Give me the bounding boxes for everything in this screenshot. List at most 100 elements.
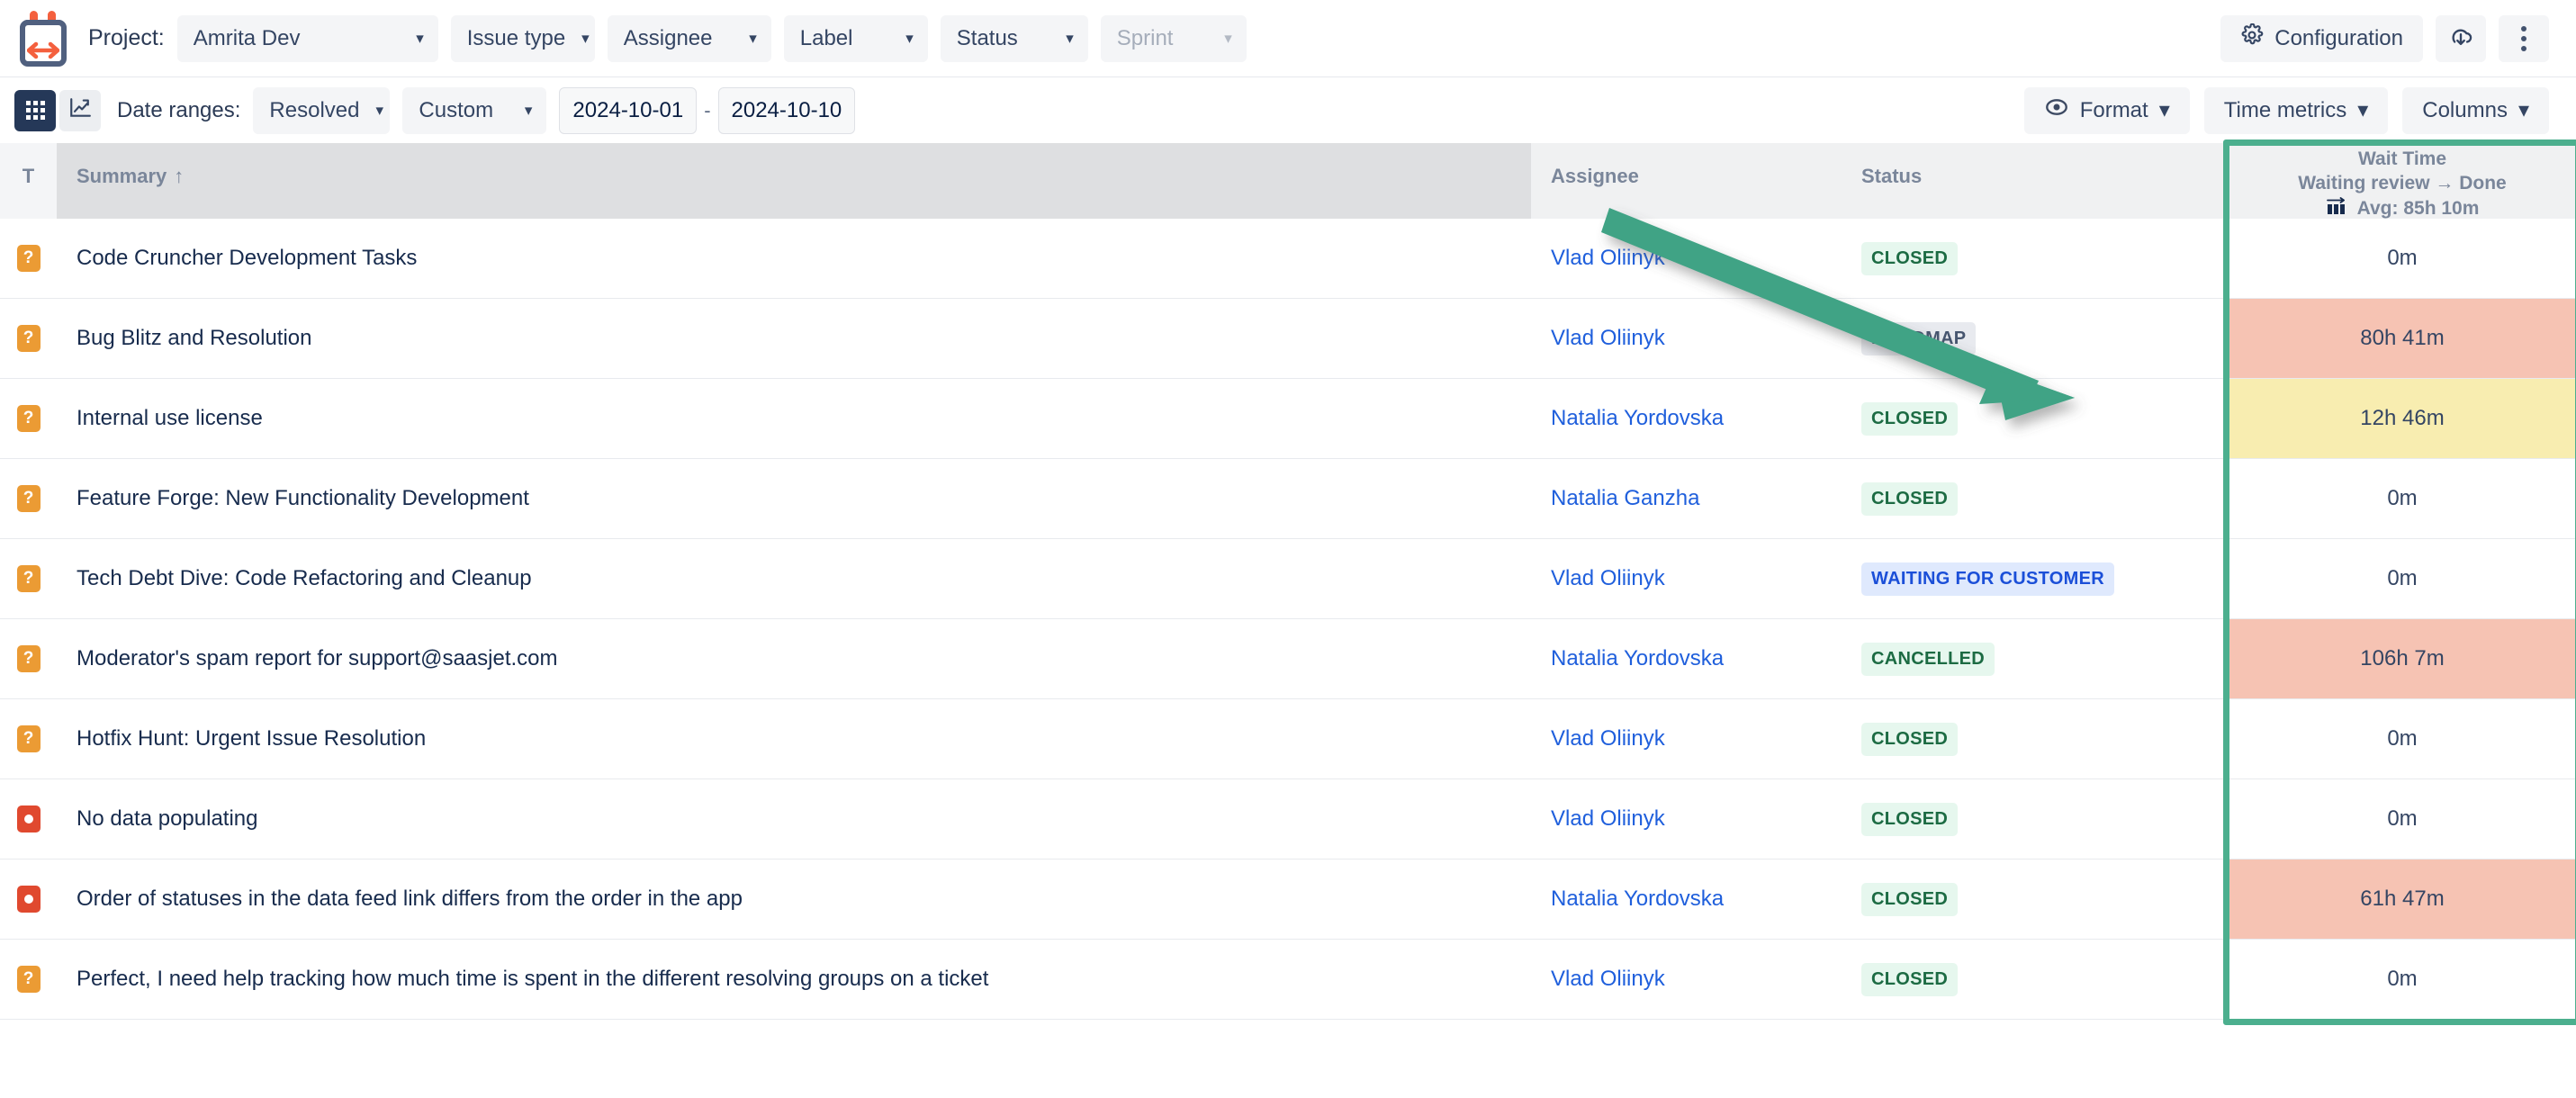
label-filter[interactable]: Label ▾ (784, 15, 928, 62)
status-badge[interactable]: ROADMAP (1861, 322, 1976, 356)
wait-time-value[interactable]: 0m (2229, 219, 2576, 298)
status-badge[interactable]: CLOSED (1861, 723, 1958, 756)
task-type-icon[interactable]: ? (17, 966, 41, 993)
issue-summary-text[interactable]: Hotfix Hunt: Urgent Issue Resolution (57, 699, 1531, 778)
wait-time-value[interactable]: 0m (2229, 779, 2576, 859)
wait-time-value[interactable]: 0m (2229, 699, 2576, 778)
wait-time-transition: Waiting review → Done (2298, 173, 2506, 194)
assignee-link[interactable]: Vlad Oliinyk (1551, 726, 1665, 752)
status-badge[interactable]: CLOSED (1861, 482, 1958, 516)
cell-status: CLOSED (1842, 379, 2229, 459)
issue-summary-text[interactable]: Code Cruncher Development Tasks (57, 219, 1531, 298)
table-row[interactable]: ? Internal use license Natalia Yordovska CL… (0, 379, 2576, 459)
date-from-input[interactable]: 2024-10-01 (559, 87, 697, 134)
task-type-icon[interactable]: ? (17, 405, 41, 432)
cell-summary: Code Cruncher Development Tasks (57, 219, 1531, 299)
issue-summary-text[interactable]: Moderator's spam report for support@saas… (57, 619, 1531, 698)
time-metrics-button[interactable]: Time metrics ▾ (2204, 87, 2389, 134)
issue-summary-text[interactable]: Tech Debt Dive: Code Refactoring and Cle… (57, 539, 1531, 618)
assignee-link[interactable]: Vlad Oliinyk (1551, 806, 1665, 832)
columns-button[interactable]: Columns ▾ (2402, 87, 2549, 134)
bug-icon-dot (24, 895, 33, 904)
table-row[interactable]: ? Code Cruncher Development Tasks Vlad Oli… (0, 219, 2576, 299)
export-button[interactable] (2436, 15, 2486, 62)
date-range-preset-select[interactable]: Custom ▾ (402, 87, 546, 134)
wait-time-value[interactable]: 106h 7m (2229, 619, 2576, 698)
assignee-link[interactable]: Natalia Yordovska (1551, 646, 1724, 671)
more-options-button[interactable] (2499, 15, 2549, 62)
date-range-preset-value: Custom (419, 98, 493, 123)
assignee-link[interactable]: Vlad Oliinyk (1551, 967, 1665, 992)
issue-summary-text[interactable]: Bug Blitz and Resolution (57, 299, 1531, 378)
format-button-label: Format (2080, 98, 2148, 123)
date-range-type-select[interactable]: Resolved ▾ (253, 87, 390, 134)
cell-wait-time: 0m (2229, 459, 2576, 539)
assignee-link[interactable]: Vlad Oliinyk (1551, 566, 1665, 591)
status-badge[interactable]: CLOSED (1861, 242, 1958, 275)
format-button[interactable]: Format ▾ (2024, 87, 2190, 134)
wait-time-value[interactable]: 80h 41m (2229, 299, 2576, 378)
status-badge[interactable]: CLOSED (1861, 883, 1958, 916)
assignee-link[interactable]: Natalia Yordovska (1551, 886, 1724, 912)
issue-type-filter[interactable]: Issue type ▾ (451, 15, 595, 62)
table-row[interactable]: ? Bug Blitz and Resolution Vlad Oliinyk ROA… (0, 299, 2576, 379)
assignee-link[interactable]: Vlad Oliinyk (1551, 246, 1665, 271)
grid-view-button[interactable] (14, 90, 56, 131)
status-badge[interactable]: WAITING FOR CUSTOMER (1861, 562, 2114, 596)
assignee-filter[interactable]: Assignee ▾ (608, 15, 771, 62)
status-badge[interactable]: CANCELLED (1861, 643, 1995, 676)
issue-summary-text[interactable]: No data populating (57, 779, 1531, 859)
chart-view-icon (68, 97, 92, 123)
wait-time-value[interactable]: 0m (2229, 539, 2576, 618)
issue-summary-text[interactable]: Internal use license (57, 379, 1531, 458)
status-badge[interactable]: CLOSED (1861, 402, 1958, 436)
wait-time-value[interactable]: 0m (2229, 459, 2576, 538)
task-type-icon[interactable]: ? (17, 645, 41, 672)
cell-assignee: Vlad Oliinyk (1531, 940, 1842, 1020)
issue-summary-text[interactable]: Perfect, I need help tracking how much t… (57, 940, 1531, 1019)
table-row[interactable]: ? Hotfix Hunt: Urgent Issue Resolution Vla… (0, 699, 2576, 779)
column-header-type[interactable]: T (0, 143, 57, 219)
configuration-button[interactable]: Configuration (2220, 15, 2423, 62)
wait-time-value[interactable]: 12h 46m (2229, 379, 2576, 458)
cell-assignee: Natalia Yordovska (1531, 379, 1842, 459)
bug-type-icon[interactable] (17, 886, 41, 913)
column-header-summary[interactable]: Summary ↑ (57, 143, 1531, 219)
cell-status: CLOSED (1842, 779, 2229, 860)
status-badge[interactable]: CLOSED (1861, 963, 1958, 996)
task-type-icon[interactable]: ? (17, 565, 41, 592)
column-header-wait-time[interactable]: Wait Time Waiting review → Done (2229, 143, 2576, 219)
cell-type: ? (0, 379, 57, 459)
table-row[interactable]: Order of statuses in the data feed link … (0, 860, 2576, 940)
issue-summary-text[interactable]: Order of statuses in the data feed link … (57, 860, 1531, 939)
chart-view-button[interactable] (59, 90, 101, 131)
column-header-assignee[interactable]: Assignee (1531, 143, 1842, 219)
table-row[interactable]: No data populating Vlad Oliinyk CLOSED 0m (0, 779, 2576, 860)
wait-time-average: Avg: 85h 10m (2326, 197, 2480, 220)
assignee-link[interactable]: Vlad Oliinyk (1551, 326, 1665, 351)
issues-table: T Summary ↑ Assignee (0, 143, 2576, 1020)
table-row[interactable]: ? Tech Debt Dive: Code Refactoring and Cl… (0, 539, 2576, 619)
date-to-input[interactable]: 2024-10-10 (718, 87, 856, 134)
cell-summary: Tech Debt Dive: Code Refactoring and Cle… (57, 539, 1531, 619)
table-row[interactable]: ? Moderator's spam report for support@saa… (0, 619, 2576, 699)
cell-type: ? (0, 459, 57, 539)
issue-summary-text[interactable]: Feature Forge: New Functionality Develop… (57, 459, 1531, 538)
task-type-icon[interactable]: ? (17, 485, 41, 512)
assignee-link[interactable]: Natalia Ganzha (1551, 486, 1699, 511)
wait-time-value[interactable]: 61h 47m (2229, 860, 2576, 939)
project-filter[interactable]: Amrita Dev ▾ (177, 15, 438, 62)
task-type-icon[interactable]: ? (17, 725, 41, 752)
column-header-status[interactable]: Status (1842, 143, 2229, 219)
status-badge[interactable]: CLOSED (1861, 803, 1958, 836)
sprint-filter[interactable]: Sprint ▾ (1101, 15, 1247, 62)
task-type-icon[interactable]: ? (17, 325, 41, 352)
status-filter[interactable]: Status ▾ (941, 15, 1088, 62)
task-type-icon[interactable]: ? (17, 245, 41, 272)
assignee-link[interactable]: Natalia Yordovska (1551, 406, 1724, 431)
wait-time-value[interactable]: 0m (2229, 940, 2576, 1019)
bug-type-icon[interactable] (17, 806, 41, 832)
table-row[interactable]: ? Feature Forge: New Functionality Develo… (0, 459, 2576, 539)
cell-assignee: Natalia Yordovska (1531, 619, 1842, 699)
table-row[interactable]: ? Perfect, I need help tracking how much … (0, 940, 2576, 1020)
